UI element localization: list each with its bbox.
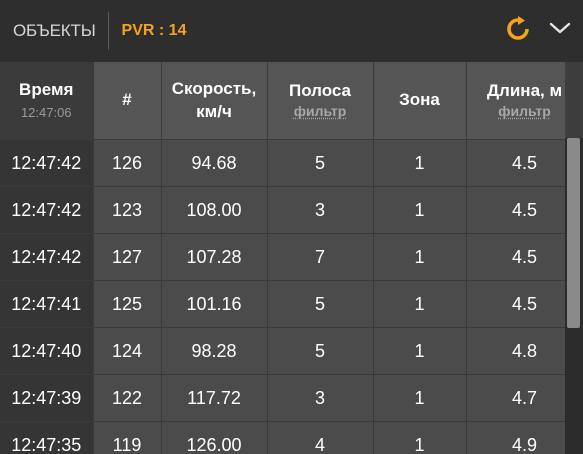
cell-lane: 5 — [267, 280, 374, 328]
vertical-scrollbar[interactable] — [565, 62, 583, 454]
cell-number: 125 — [93, 280, 162, 328]
scrollbar-thumb[interactable] — [567, 138, 580, 328]
cell-number: 126 — [93, 139, 162, 187]
panel-title: ОБЪЕКТЫ — [13, 21, 96, 40]
cell-time: 12:47:42 — [0, 186, 94, 234]
cell-length: 4.5 — [466, 139, 565, 187]
cell-lane: 7 — [267, 233, 374, 281]
cell-zone: 1 — [373, 233, 467, 281]
chevron-down-icon[interactable] — [549, 20, 571, 36]
panel-header: ОБЪЕКТЫ PVR : 14 — [0, 0, 583, 62]
cell-zone: 1 — [373, 421, 467, 454]
objects-table: Время 12:47:06 # Скорость, км/ч Полоса ф… — [0, 62, 565, 454]
cell-length: 4.5 — [466, 186, 565, 234]
cell-number: 127 — [93, 233, 162, 281]
refresh-icon[interactable] — [505, 16, 531, 42]
table-row[interactable]: 12:47:40 124 98.28 5 1 4.8 — [0, 327, 565, 375]
objects-panel: ОБЪЕКТЫ PVR : 14 Время 12:47:06 # Скорос… — [0, 0, 583, 454]
cell-time: 12:47:42 — [0, 139, 94, 187]
column-header-number[interactable]: # — [93, 62, 162, 140]
column-header-lane-label: Полоса — [288, 81, 352, 101]
column-header-number-label: # — [122, 90, 132, 110]
cell-speed: 98.28 — [161, 327, 268, 375]
column-header-length-label: Длина, м — [486, 81, 563, 101]
cell-speed: 117.72 — [161, 374, 268, 422]
cell-time: 12:47:41 — [0, 280, 94, 328]
lane-filter-link[interactable]: фильтр — [268, 102, 373, 120]
column-header-speed-label: Скорость, км/ч — [171, 79, 257, 121]
cell-lane: 5 — [267, 139, 374, 187]
column-header-length[interactable]: Длина, м фильтр — [466, 62, 565, 140]
table-row[interactable]: 12:47:35 119 126.00 4 1 4.9 — [0, 421, 565, 454]
cell-time: 12:47:39 — [0, 374, 94, 422]
cell-zone: 1 — [373, 186, 467, 234]
cell-zone: 1 — [373, 327, 467, 375]
column-header-zone[interactable]: Зона — [373, 62, 467, 140]
cell-time: 12:47:42 — [0, 233, 94, 281]
table-header-row: Время 12:47:06 # Скорость, км/ч Полоса ф… — [0, 62, 565, 140]
cell-zone: 1 — [373, 280, 467, 328]
table-row[interactable]: 12:47:42 127 107.28 7 1 4.5 — [0, 233, 565, 281]
cell-lane: 4 — [267, 421, 374, 454]
cell-zone: 1 — [373, 374, 467, 422]
cell-length: 4.7 — [466, 374, 565, 422]
cell-number: 124 — [93, 327, 162, 375]
cell-time: 12:47:40 — [0, 327, 94, 375]
column-header-time-label: Время — [19, 80, 74, 99]
column-header-lane[interactable]: Полоса фильтр — [267, 62, 374, 140]
cell-speed: 126.00 — [161, 421, 268, 454]
column-header-speed[interactable]: Скорость, км/ч — [161, 62, 268, 140]
cell-length: 4.9 — [466, 421, 565, 454]
cell-speed: 108.00 — [161, 186, 268, 234]
cell-speed: 107.28 — [161, 233, 268, 281]
column-header-time-sub: 12:47:06 — [20, 105, 72, 121]
cell-lane: 3 — [267, 186, 374, 234]
cell-length: 4.5 — [466, 233, 565, 281]
table-row[interactable]: 12:47:42 126 94.68 5 1 4.5 — [0, 139, 565, 187]
cell-speed: 94.68 — [161, 139, 268, 187]
table-row[interactable]: 12:47:42 123 108.00 3 1 4.5 — [0, 186, 565, 234]
scrollbar-header-spacer — [565, 62, 583, 138]
cell-number: 119 — [93, 421, 162, 454]
cell-lane: 3 — [267, 374, 374, 422]
header-divider — [107, 12, 109, 50]
table-row[interactable]: 12:47:41 125 101.16 5 1 4.5 — [0, 280, 565, 328]
cell-time: 12:47:35 — [0, 421, 94, 454]
cell-speed: 101.16 — [161, 280, 268, 328]
pvr-count: PVR : 14 — [121, 22, 187, 39]
cell-number: 122 — [93, 374, 162, 422]
objects-table-wrap: Время 12:47:06 # Скорость, км/ч Полоса ф… — [0, 62, 565, 454]
cell-lane: 5 — [267, 327, 374, 375]
column-header-zone-label: Зона — [399, 90, 440, 110]
table-row[interactable]: 12:47:39 122 117.72 3 1 4.7 — [0, 374, 565, 422]
column-header-time[interactable]: Время 12:47:06 — [0, 62, 94, 140]
cell-length: 4.8 — [466, 327, 565, 375]
cell-zone: 1 — [373, 139, 467, 187]
cell-number: 123 — [93, 186, 162, 234]
length-filter-link[interactable]: фильтр — [467, 102, 566, 120]
cell-length: 4.5 — [466, 280, 565, 328]
